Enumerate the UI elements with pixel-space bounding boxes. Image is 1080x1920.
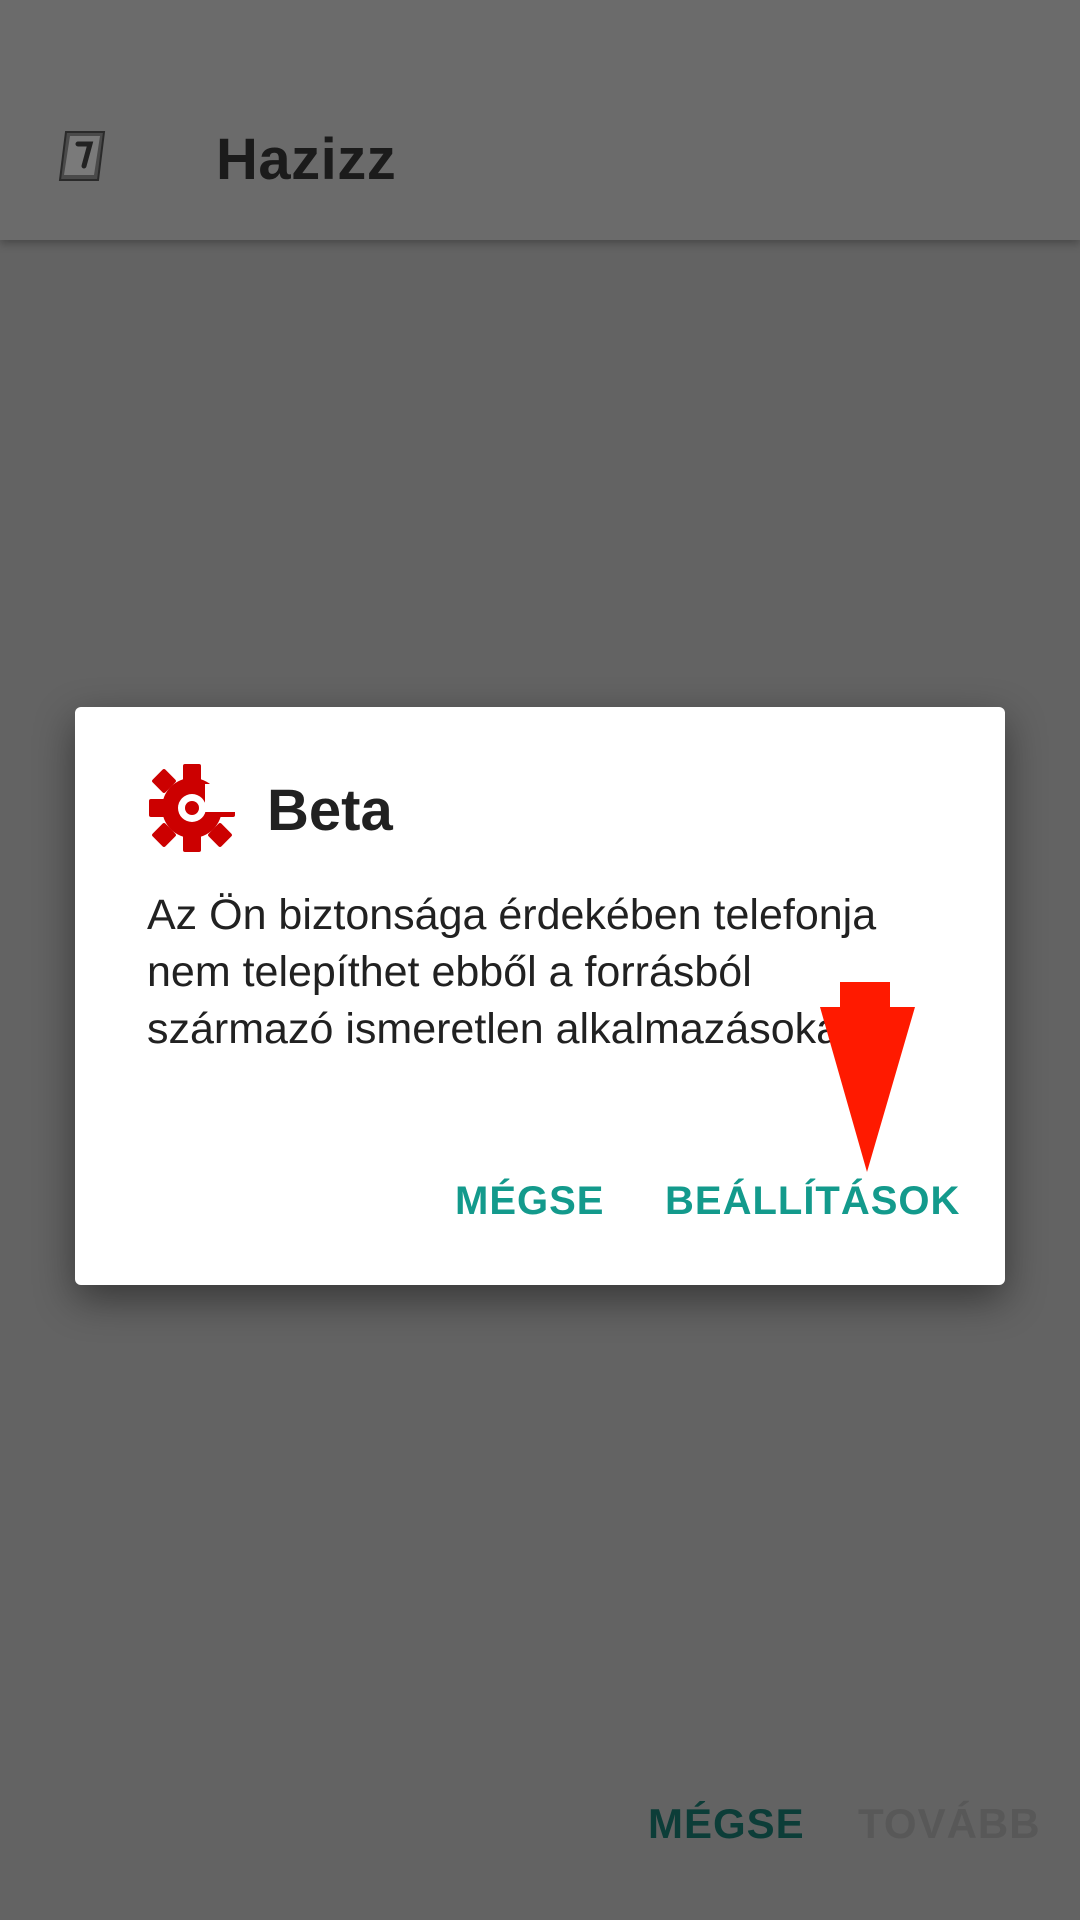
dialog-message: Az Ön biztonsága érdekében telefonja nem… (147, 891, 877, 1053)
bottom-next-button[interactable]: TOVÁBB (858, 1800, 1041, 1848)
dialog-title: Beta (267, 778, 393, 843)
gear-icon (147, 762, 237, 854)
arrow-down-icon (815, 982, 920, 1172)
bottom-cancel-button[interactable]: MÉGSE (648, 1800, 805, 1848)
cancel-button[interactable]: MÉGSE (455, 1179, 604, 1224)
app-book-icon (56, 128, 112, 184)
app-bar: Hazizz (0, 0, 1080, 240)
app-title: Hazizz (216, 127, 397, 192)
settings-button[interactable]: BEÁLLÍTÁSOK (665, 1179, 960, 1224)
